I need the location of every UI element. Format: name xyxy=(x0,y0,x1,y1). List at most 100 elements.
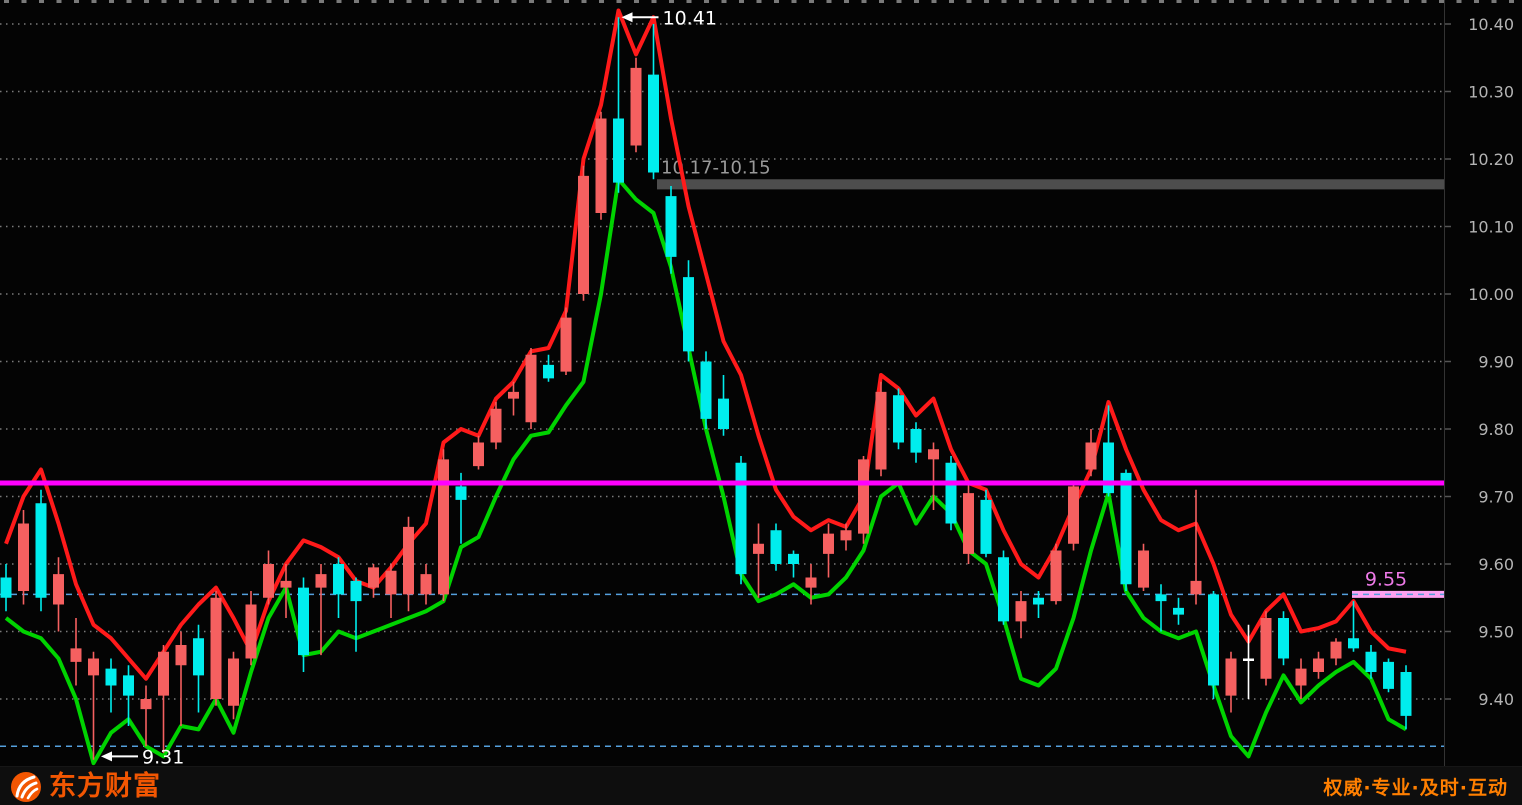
top-tick-mark xyxy=(1036,0,1042,3)
candlestick-chart[interactable]: 10.40 10.30 10.20 10.10 10.00 9.90 9.80 9.70 9.6… xyxy=(0,0,1522,766)
candle-body xyxy=(1225,658,1237,696)
top-tick-mark xyxy=(1334,0,1339,3)
top-tick-mark xyxy=(1106,0,1112,3)
candle-body xyxy=(1173,607,1184,615)
candle-body xyxy=(823,533,834,554)
candle-body xyxy=(1085,442,1097,470)
candle-body xyxy=(350,580,362,602)
top-tick-mark xyxy=(284,0,289,3)
top-tick-mark xyxy=(179,0,184,3)
top-tick-mark xyxy=(546,0,552,3)
price-tick-label: 9.60 xyxy=(1478,555,1514,574)
top-tick-mark xyxy=(336,0,342,3)
top-tick-mark xyxy=(1054,0,1059,3)
candle-body xyxy=(1208,594,1219,686)
candle-body xyxy=(70,648,82,662)
candle-body xyxy=(228,658,239,706)
top-tick-mark xyxy=(1194,0,1199,3)
price-tick-label: 10.40 xyxy=(1468,15,1514,34)
candle-body xyxy=(648,74,659,173)
top-tick-mark xyxy=(949,0,954,3)
top-tick-mark xyxy=(1159,0,1164,3)
candle-body xyxy=(1243,658,1254,661)
top-tick-mark xyxy=(756,0,762,3)
price-tick-label: 9.40 xyxy=(1478,690,1514,709)
top-tick-mark xyxy=(1316,0,1322,3)
top-tick-mark xyxy=(634,0,639,3)
candle-body xyxy=(525,354,537,423)
top-tick-mark xyxy=(459,0,464,3)
top-tick-mark xyxy=(1456,0,1462,3)
candle-body xyxy=(1313,658,1324,672)
top-tick-mark xyxy=(4,0,9,3)
top-tick-mark xyxy=(511,0,517,3)
candle-body xyxy=(333,564,344,595)
top-tick-mark xyxy=(266,0,272,3)
candle-body xyxy=(18,523,29,591)
candle-body xyxy=(1033,597,1044,605)
top-tick-mark xyxy=(1386,0,1392,3)
candle-body xyxy=(945,462,957,524)
top-tick-mark xyxy=(249,0,254,3)
top-tick-mark xyxy=(126,0,132,3)
price-tick-label: 9.70 xyxy=(1478,488,1514,507)
top-tick-mark xyxy=(196,0,202,3)
top-tick-mark xyxy=(1474,0,1479,3)
top-tick-mark xyxy=(424,0,429,3)
candle-body xyxy=(1383,661,1394,689)
top-tick-mark xyxy=(144,0,149,3)
top-tick-mark xyxy=(739,0,744,3)
top-tick-mark xyxy=(1246,0,1252,3)
brand-name: 东方财富 xyxy=(49,771,161,802)
top-tick-mark xyxy=(1281,0,1287,3)
candle-body xyxy=(280,580,292,588)
candle-body xyxy=(140,699,152,710)
candle-body xyxy=(858,459,869,534)
top-tick-mark xyxy=(599,0,604,3)
top-tick-mark xyxy=(161,0,167,3)
candle-body xyxy=(508,391,519,399)
candle-body xyxy=(0,577,12,598)
top-tick-mark xyxy=(214,0,219,3)
top-tick-mark xyxy=(441,0,447,3)
candle-body xyxy=(1260,618,1272,679)
top-tick-mark xyxy=(389,0,394,3)
top-tick-mark xyxy=(581,0,587,3)
candle-body xyxy=(735,462,747,575)
candle-body xyxy=(158,651,169,696)
candle-body xyxy=(683,277,694,352)
top-tick-mark xyxy=(1211,0,1217,3)
top-tick-mark xyxy=(1141,0,1147,3)
candle-body xyxy=(805,577,817,588)
brand-slogan: 权威·专业·及时·互动 xyxy=(1323,777,1508,799)
top-tick-mark xyxy=(231,0,237,3)
candle-body xyxy=(1365,651,1377,672)
candle-body xyxy=(893,395,904,443)
price-tick-label: 9.50 xyxy=(1478,623,1514,642)
price-tick-label: 10.30 xyxy=(1468,83,1514,102)
top-tick-mark xyxy=(826,0,832,3)
top-tick-mark xyxy=(616,0,622,3)
top-tick-mark xyxy=(1176,0,1182,3)
price-tick-label: 10.20 xyxy=(1468,150,1514,169)
candle-body xyxy=(963,493,974,554)
candle-body xyxy=(718,398,729,429)
candle-body xyxy=(1190,580,1202,595)
top-tick-mark xyxy=(354,0,359,3)
eastmoney-logo[interactable]: 东方财富 xyxy=(10,767,161,805)
candle-body xyxy=(770,530,782,564)
candle-body xyxy=(1155,594,1167,602)
top-tick-mark xyxy=(1229,0,1234,3)
candle-body xyxy=(245,604,257,659)
candle-body xyxy=(543,364,554,379)
candle-body xyxy=(455,486,467,500)
top-tick-mark xyxy=(74,0,79,3)
candle-body xyxy=(1120,472,1132,585)
top-tick-mark xyxy=(564,0,569,3)
candle-body xyxy=(1138,550,1149,588)
price-tick-label: 10.10 xyxy=(1468,218,1514,237)
price-tick-label: 10.00 xyxy=(1468,285,1514,304)
candle-body xyxy=(1068,486,1079,544)
candle-body xyxy=(1050,550,1062,602)
candle-body xyxy=(1348,638,1359,649)
